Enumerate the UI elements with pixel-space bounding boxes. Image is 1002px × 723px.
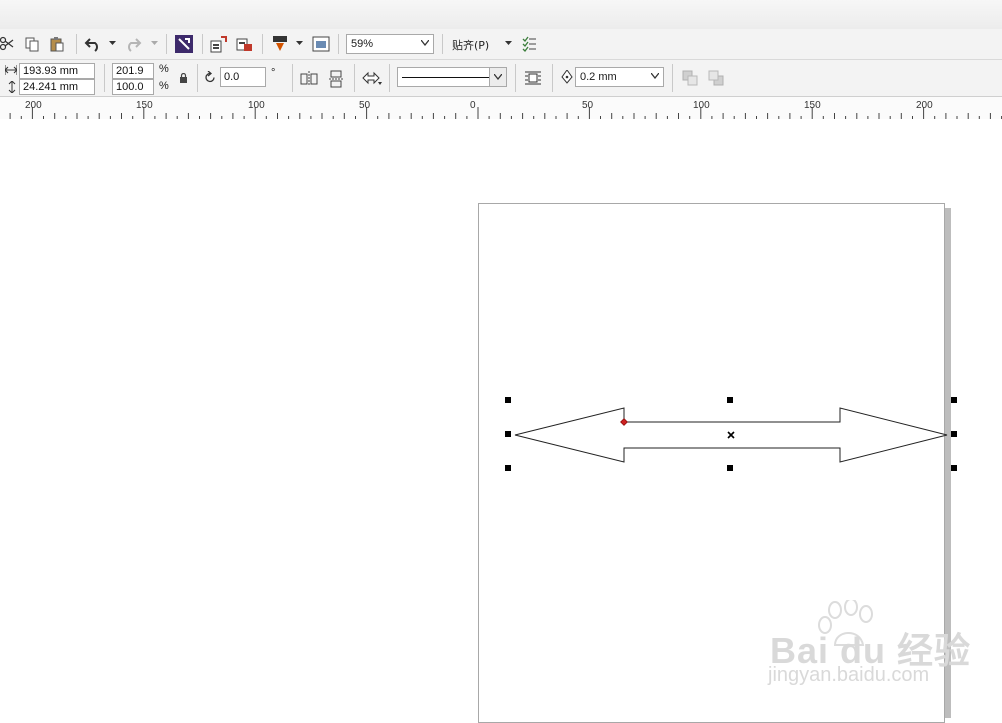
separator — [515, 64, 516, 92]
separator — [338, 34, 339, 54]
watermark-url-text: jingyan.baidu.com — [768, 664, 930, 686]
object-height-icon — [7, 81, 17, 93]
pen-nib-icon — [561, 70, 573, 84]
ruler-label: 0 — [470, 100, 476, 111]
redo-dropdown-icon[interactable] — [151, 41, 158, 46]
redo-icon[interactable] — [124, 35, 142, 53]
snap-to-button[interactable]: 贴齐(P) — [452, 37, 489, 53]
mirror-vertical-icon[interactable] — [328, 70, 344, 88]
selection-handle-middle-right[interactable] — [951, 431, 957, 437]
ruler-label: 50 — [582, 100, 594, 111]
scale-y-input[interactable]: 100.0 — [112, 79, 154, 95]
separator — [104, 64, 105, 92]
ruler-label: 100 — [248, 100, 265, 111]
options-icon[interactable] — [521, 36, 537, 52]
mirror-horizontal-icon[interactable] — [300, 70, 318, 86]
object-width-icon — [5, 65, 17, 75]
full-screen-preview-icon[interactable] — [312, 36, 330, 52]
selection-handle-bottom-left[interactable] — [505, 465, 511, 471]
separator — [76, 34, 77, 54]
zoom-level-value: 59% — [351, 38, 374, 50]
selection-handle-bottom-right[interactable] — [951, 465, 957, 471]
object-width-input[interactable]: 193.93 mm — [19, 63, 95, 79]
scale-x-percent-label: % — [159, 63, 169, 75]
scale-y-percent-label: % — [159, 80, 169, 92]
export-icon[interactable] — [236, 35, 254, 53]
ruler-label: 150 — [136, 100, 153, 111]
chevron-down-icon — [651, 73, 659, 79]
paste-icon[interactable] — [49, 36, 65, 52]
selection-handle-top-center[interactable] — [727, 397, 733, 403]
wrap-paragraph-text-icon[interactable] — [524, 70, 542, 86]
to-front-icon[interactable] — [682, 70, 698, 86]
separator — [389, 64, 390, 92]
outline-width-select[interactable]: 0.2 mm — [575, 67, 664, 87]
ruler-label: 100 — [693, 100, 710, 111]
copy-icon[interactable] — [24, 36, 40, 52]
property-bar: 193.93 mm 24.241 mm 201.9 % 100.0 % 0.0 … — [0, 60, 1002, 97]
zoom-level-select[interactable]: 59% — [346, 34, 434, 54]
ruler-label: 200 — [25, 100, 42, 111]
separator — [166, 34, 167, 54]
publish-dropdown-icon[interactable] — [296, 41, 303, 46]
rotation-angle-input[interactable]: 0.0 — [220, 67, 266, 87]
import-icon[interactable] — [210, 35, 228, 53]
title-bar-strip — [0, 0, 1002, 30]
cut-icon[interactable] — [0, 36, 14, 52]
separator — [197, 64, 198, 92]
ruler-label: 200 — [916, 100, 933, 111]
search-content-icon[interactable] — [175, 35, 193, 53]
lock-ratio-icon[interactable] — [179, 73, 188, 83]
ruler-label: 50 — [359, 100, 371, 111]
snap-dropdown-icon[interactable] — [505, 41, 512, 46]
ruler-label: 150 — [804, 100, 821, 111]
selection-handle-middle-left[interactable] — [505, 431, 511, 437]
separator — [552, 64, 553, 92]
separator — [354, 64, 355, 92]
publish-icon[interactable] — [272, 35, 288, 53]
outline-style-select[interactable] — [397, 67, 507, 87]
separator — [262, 34, 263, 54]
separator — [442, 34, 443, 54]
scale-x-input[interactable]: 201.9 — [112, 63, 154, 79]
selection-handle-top-left[interactable] — [505, 397, 511, 403]
selection-handle-top-right[interactable] — [951, 397, 957, 403]
to-back-icon[interactable] — [708, 70, 724, 86]
selection-handle-bottom-center[interactable] — [727, 465, 733, 471]
undo-icon[interactable] — [84, 35, 102, 53]
separator — [672, 64, 673, 92]
horizontal-ruler[interactable]: 200 150 100 50 0 50 100 150 200 — [0, 97, 1002, 120]
standard-toolbar: 59% 贴齐(P) — [0, 29, 1002, 60]
chevron-down-icon — [494, 74, 502, 80]
separator — [202, 34, 203, 54]
arrowhead-start-icon[interactable] — [361, 70, 383, 86]
degree-label: ° — [271, 67, 276, 79]
rotate-icon — [204, 71, 217, 84]
undo-dropdown-icon[interactable] — [109, 41, 116, 46]
outline-width-value: 0.2 mm — [580, 71, 617, 83]
chevron-down-icon — [421, 40, 429, 46]
outline-style-line — [402, 77, 490, 78]
object-height-input[interactable]: 24.241 mm — [19, 79, 95, 95]
separator — [292, 64, 293, 92]
outline-style-dropdown-button[interactable] — [489, 68, 506, 86]
